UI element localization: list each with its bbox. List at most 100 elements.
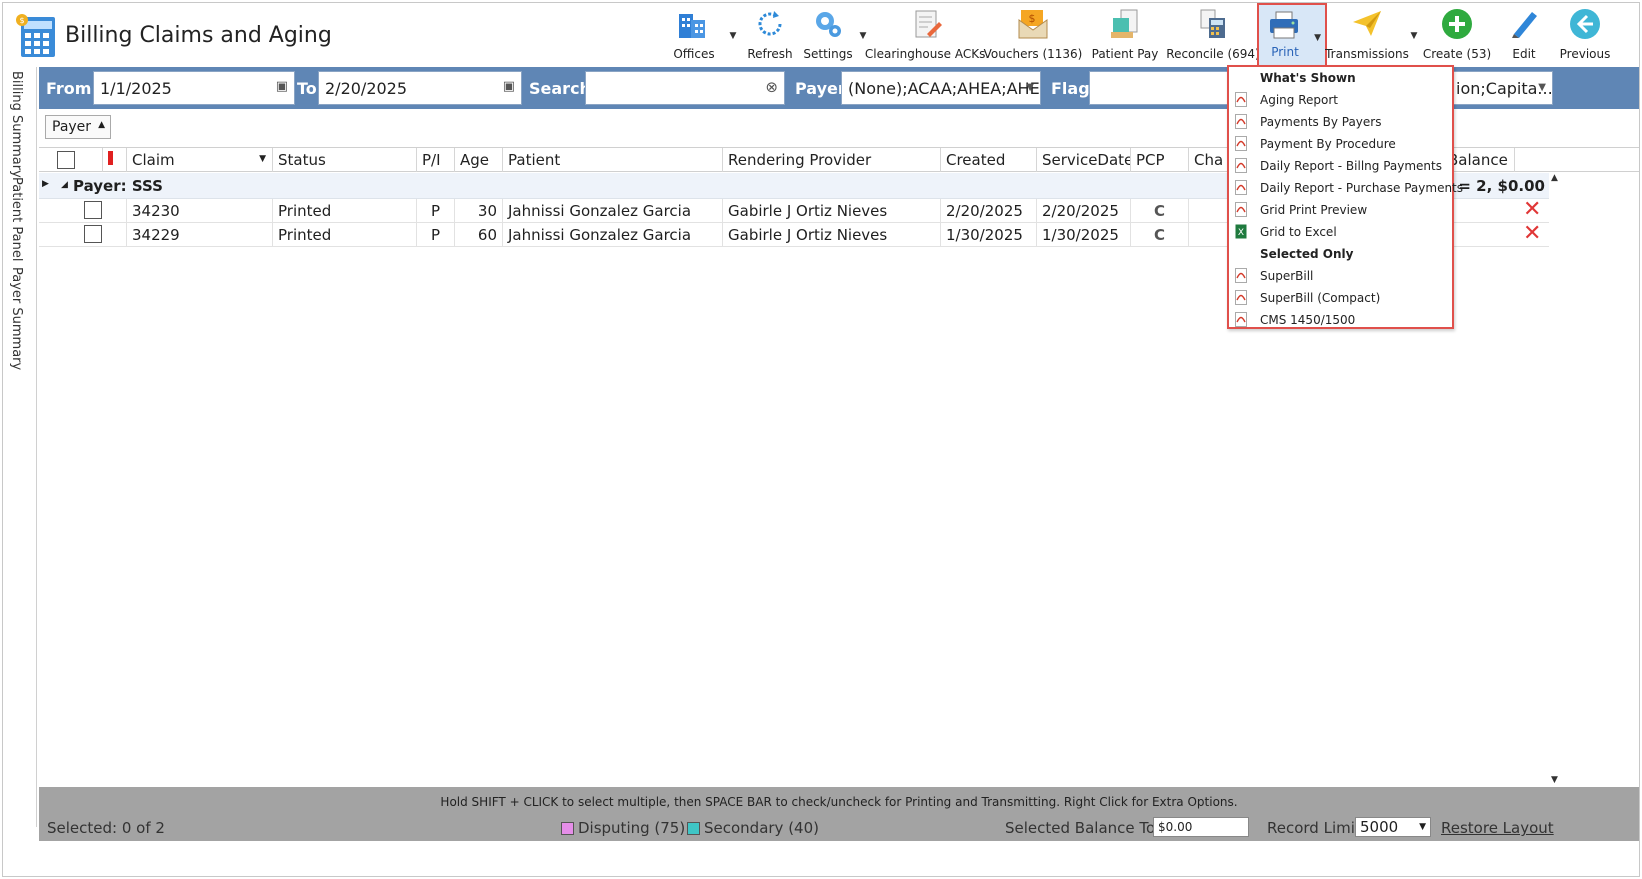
refresh-button[interactable]: Refresh xyxy=(741,3,799,67)
menu-item-daily-report-purchase[interactable]: Daily Report - Purchase Payments xyxy=(1229,177,1463,199)
create-button[interactable]: Create (53) xyxy=(1421,3,1493,67)
from-date-input[interactable]: 1/1/2025 ▣ xyxy=(93,71,295,105)
record-limit-select[interactable]: 5000 ▼ xyxy=(1355,817,1431,837)
cell-age: 60 xyxy=(455,223,503,246)
row-expander-icon[interactable]: ▶ xyxy=(42,179,49,189)
pdf-icon xyxy=(1235,158,1247,173)
menu-item-label: Daily Report - Billng Payments xyxy=(1260,159,1442,173)
column-charges[interactable]: Cha xyxy=(1189,148,1229,172)
offices-button[interactable]: Offices xyxy=(663,3,725,67)
settings-button[interactable]: Settings xyxy=(799,3,857,67)
cell-status: Printed xyxy=(273,199,417,222)
menu-item-payment-by-procedure[interactable]: Payment By Procedure xyxy=(1229,133,1452,155)
previous-button[interactable]: Previous xyxy=(1555,3,1615,67)
secondary-legend[interactable]: Secondary (40) xyxy=(687,819,819,837)
sort-ascending-icon: ▲ xyxy=(98,120,105,130)
edit-label: Edit xyxy=(1512,47,1536,61)
vouchers-button[interactable]: $ Vouchers (1136) xyxy=(984,3,1082,67)
column-service-dates[interactable]: ServiceDates xyxy=(1037,148,1131,172)
disputing-label: Disputing (75) xyxy=(578,819,686,837)
menu-item-aging-report[interactable]: Aging Report xyxy=(1229,89,1452,111)
caret-down-icon: ▼ xyxy=(859,31,867,41)
svg-text:X: X xyxy=(1238,228,1244,238)
column-pi[interactable]: P/I xyxy=(417,148,455,172)
tab-patient-panel[interactable]: Patient Panel xyxy=(9,177,24,261)
building-icon xyxy=(679,14,705,38)
from-date-value: 1/1/2025 xyxy=(100,79,172,98)
arrow-left-circle-icon xyxy=(1570,9,1600,39)
menu-item-superbill-compact[interactable]: SuperBill (Compact) xyxy=(1229,287,1452,309)
column-created[interactable]: Created xyxy=(941,148,1037,172)
delete-x-icon[interactable]: ✕ xyxy=(1523,223,1541,245)
caret-down-icon: ▼ xyxy=(1026,82,1034,93)
side-tabs: Billing Summary Patient Panel Payer Summ… xyxy=(3,67,37,827)
edit-button[interactable]: Edit xyxy=(1493,3,1555,67)
menu-item-grid-print-preview[interactable]: Grid Print Preview xyxy=(1229,199,1452,221)
restore-layout-link[interactable]: Restore Layout xyxy=(1441,819,1554,837)
print-button[interactable]: ▼ Print xyxy=(1257,3,1327,67)
clear-search-icon[interactable]: ⊗ xyxy=(765,78,778,96)
tab-payer-summary[interactable]: Payer Summary xyxy=(9,267,24,370)
column-patient[interactable]: Patient xyxy=(503,148,723,172)
column-rendering-provider-label: Rendering Provider xyxy=(728,151,872,169)
column-age[interactable]: Age xyxy=(455,148,503,172)
column-pcp[interactable]: PCP xyxy=(1131,148,1189,172)
settings-label: Settings xyxy=(803,47,853,61)
row-checkbox[interactable] xyxy=(84,225,102,243)
cell-status: Printed xyxy=(273,223,417,246)
clearinghouse-acks-button[interactable]: Clearinghouse ACKs. xyxy=(865,3,989,67)
vertical-scrollbar[interactable]: ▲ ▼ xyxy=(1549,173,1561,785)
cell-service-dates: 2/20/2025 xyxy=(1037,199,1131,222)
flag-column-header[interactable] xyxy=(103,148,127,172)
scroll-down-icon[interactable]: ▼ xyxy=(1551,775,1558,785)
column-status-label: Status xyxy=(278,151,326,169)
document-edit-icon xyxy=(915,10,942,38)
select-all-header xyxy=(39,148,103,172)
caret-down-icon: ▼ xyxy=(1419,822,1426,832)
menu-item-cms-1450-1500[interactable]: CMS 1450/1500 xyxy=(1229,309,1452,331)
calendar-icon[interactable]: ▣ xyxy=(503,79,515,94)
printer-icon xyxy=(1270,11,1298,39)
flag-select[interactable] xyxy=(1089,71,1229,105)
column-rendering-provider[interactable]: Rendering Provider xyxy=(723,148,941,172)
extra-filter-select[interactable]: ion;Capita... ▼ xyxy=(1451,71,1553,105)
group-by-chip[interactable]: Payer ▲ xyxy=(45,115,111,139)
payer-select[interactable]: (None);ACAA;AHEA;AHE... ▼ xyxy=(841,71,1041,105)
disputing-legend[interactable]: Disputing (75) xyxy=(561,819,685,837)
print-dropdown-caret[interactable]: ▼ xyxy=(1314,33,1321,43)
caret-down-icon: ▼ xyxy=(1410,31,1418,41)
scroll-up-icon[interactable]: ▲ xyxy=(1551,173,1558,183)
menu-item-grid-to-excel[interactable]: X Grid to Excel xyxy=(1229,221,1452,243)
menu-item-label: Payments By Payers xyxy=(1260,115,1382,129)
to-date-input[interactable]: 2/20/2025 ▣ xyxy=(318,71,522,105)
title-bar: $ Billing Claims and Aging Offices ▼ Ref… xyxy=(3,3,1639,67)
reconcile-label: Reconcile (694) xyxy=(1166,47,1260,61)
search-input[interactable]: ⊗ xyxy=(585,71,785,105)
menu-item-daily-report-billing[interactable]: Daily Report - Billng Payments xyxy=(1229,155,1452,177)
pdf-icon xyxy=(1235,136,1247,151)
menu-item-payments-by-payers[interactable]: Payments By Payers xyxy=(1229,111,1452,133)
selected-count: Selected: 0 of 2 xyxy=(47,819,165,837)
patient-pay-button[interactable]: Patient Pay xyxy=(1081,3,1169,67)
transmissions-button[interactable]: Transmissions xyxy=(1325,3,1409,67)
filter-dropdown-icon[interactable]: ▼ xyxy=(259,154,266,164)
pdf-icon xyxy=(1235,202,1247,217)
calendar-icon[interactable]: ▣ xyxy=(276,79,288,94)
collapse-icon[interactable]: ◢ xyxy=(61,180,68,190)
column-status[interactable]: Status xyxy=(273,148,417,172)
delete-x-icon[interactable]: ✕ xyxy=(1523,199,1541,221)
previous-label: Previous xyxy=(1559,47,1611,61)
menu-item-superbill[interactable]: SuperBill xyxy=(1229,265,1452,287)
tab-billing-summary[interactable]: Billing Summary xyxy=(9,71,24,178)
menu-item-label: Daily Report - Purchase Payments xyxy=(1260,181,1464,195)
offices-dropdown[interactable]: ▼ xyxy=(725,3,741,67)
pdf-icon xyxy=(1235,268,1247,283)
transmissions-dropdown[interactable]: ▼ xyxy=(1407,3,1421,67)
select-all-checkbox[interactable] xyxy=(57,151,75,169)
caret-down-icon: ▼ xyxy=(1538,82,1546,93)
row-checkbox[interactable] xyxy=(84,201,102,219)
column-claim[interactable]: Claim ▼ xyxy=(127,148,273,172)
reconcile-button[interactable]: Reconcile (694) xyxy=(1166,3,1260,67)
pdf-icon xyxy=(1235,114,1247,129)
column-pcp-label: PCP xyxy=(1136,151,1165,169)
